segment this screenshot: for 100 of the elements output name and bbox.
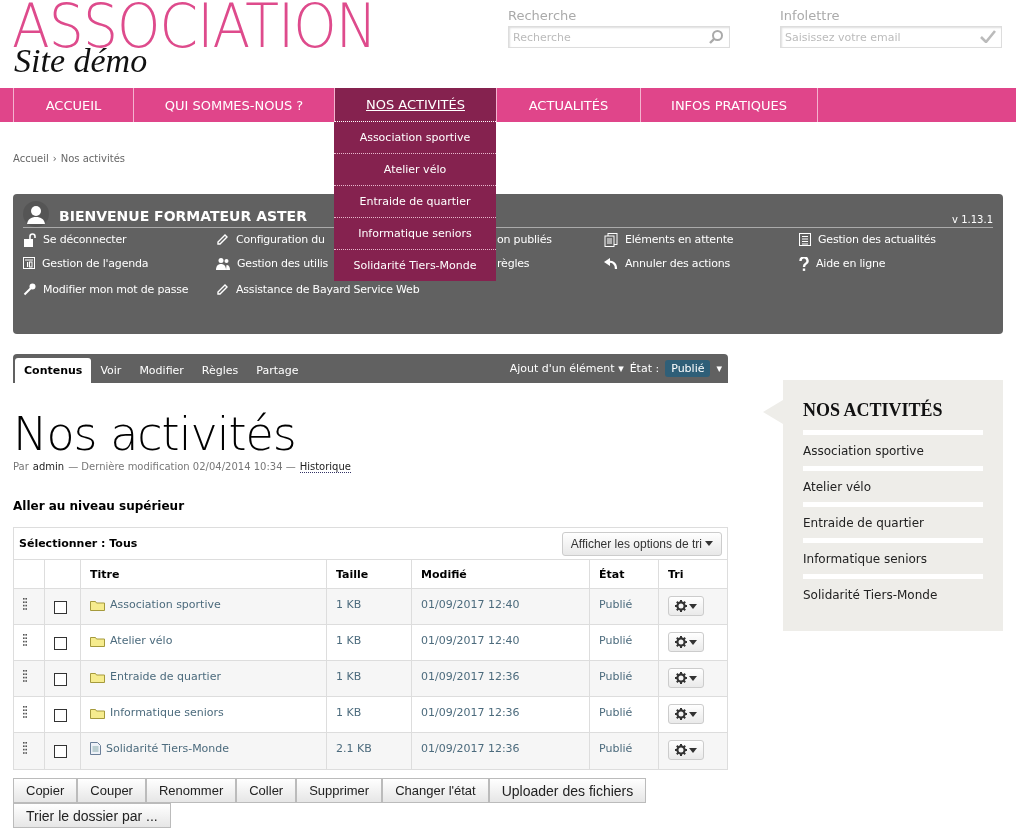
question-icon [799,257,809,271]
gear-icon [675,744,687,756]
version-label: v 1.13.1 [952,214,993,225]
column-header: Tri [658,560,727,589]
field-label: Infolettre [780,8,840,23]
modified-cell: 01/09/2017 12:36 [411,732,590,769]
shortcut-link[interactable]: Gestion des actualités [818,233,988,246]
portlet-link[interactable]: Entraide de quartier [803,515,924,530]
actions-button[interactable] [668,596,704,616]
item-title-link[interactable]: Association sportive [110,598,221,611]
separator: › [52,153,57,166]
actions-button[interactable] [668,632,704,652]
pencil-icon [216,283,229,296]
nav-item[interactable]: ACCUEIL [13,88,133,122]
modified-cell: 01/09/2017 12:40 [411,588,590,625]
shortcut-link[interactable]: règles [497,257,604,270]
item-title-link[interactable]: Entraide de quartier [110,670,221,683]
action-button[interactable]: Coller [236,777,297,803]
toolbar-tab[interactable]: Partage [247,358,308,383]
folder-icon [90,634,105,647]
author-name-link[interactable]: admin [32,461,65,473]
list-icon [799,233,811,246]
actions-button[interactable] [668,704,704,724]
state-cell: Publié [589,732,659,769]
action-button[interactable]: Uploader des fichiers [488,777,647,803]
action-button[interactable]: Couper [77,777,146,803]
gear-icon [675,636,687,648]
item-title-link[interactable]: Informatique seniors [110,706,224,719]
state-badge[interactable]: Publié [665,360,711,377]
check-icon[interactable] [980,29,996,43]
drag-handle-icon[interactable] [23,598,27,610]
byline-text: Par [13,461,29,473]
portlet-link[interactable]: Atelier vélo [803,479,872,494]
action-button[interactable]: Changer l'état [382,777,489,803]
caret-icon[interactable]: ▾ [716,362,722,375]
add-item-menu[interactable]: Ajout d'un élément ▾ [509,362,624,375]
action-button[interactable]: Copier [13,777,78,803]
shortcut-link[interactable]: Eléments en attente [625,233,795,246]
parent-folder-link[interactable]: Aller au niveau supérieur [13,499,185,513]
breadcrumb-link[interactable]: Accueil [13,153,49,167]
modified-cell: 01/09/2017 12:36 [411,660,590,697]
item-title-link[interactable]: Atelier vélo [110,634,173,647]
action-button[interactable]: Renommer [145,777,237,803]
welcome-title: BIENVENUE FORMATEUR ASTER [59,208,307,224]
actions-button[interactable] [668,668,704,688]
row-checkbox[interactable] [54,709,67,722]
toolbar-tab[interactable]: Modifier [130,358,193,383]
shortcut-link[interactable]: Annuler des actions [625,257,795,270]
nav-item[interactable]: ACTUALITÉS [496,88,640,122]
action-button[interactable]: Supprimer [296,777,383,803]
caret-icon [705,541,713,546]
calendar-icon [23,257,35,269]
history-link[interactable]: Historique [299,461,351,473]
portlet-link[interactable]: Association sportive [803,443,924,458]
undo-icon [604,257,618,270]
key-icon [23,283,36,296]
row-checkbox[interactable] [54,601,67,614]
byline-text: — Dernière modification 02/04/2014 10:34 — [68,461,296,473]
portlet-link[interactable]: Solidarité Tiers-Monde [803,587,938,602]
menu-item[interactable]: Atelier vélo [334,154,496,186]
nav-item[interactable]: INFOS PRATIQUES [640,88,818,122]
users-icon [216,257,230,270]
gear-icon [675,600,687,612]
row-checkbox[interactable] [54,673,67,686]
drag-handle-icon[interactable] [23,742,27,754]
state-label: État : [629,362,660,375]
actions-button[interactable] [668,740,704,760]
shortcut-link[interactable]: Gestion de l'agenda [42,257,212,270]
state-cell: Publié [589,660,659,697]
shortcut-link[interactable]: Se déconnecter [43,233,213,246]
caret-icon [689,711,697,717]
toolbar-tab[interactable]: Règles [192,358,248,383]
toolbar-tab[interactable]: Voir [91,358,131,383]
drag-handle-icon[interactable] [23,634,27,646]
search-field[interactable]: Recherche [508,26,730,48]
shortcut-link[interactable]: on publiés [497,233,604,246]
select-all-label[interactable]: Sélectionner : Tous [19,537,138,550]
lock-icon [23,233,36,247]
shortcut-link[interactable]: Modifier mon mot de passe [43,283,213,296]
portlet-link[interactable]: Informatique seniors [803,551,928,566]
drag-handle-icon[interactable] [23,670,27,682]
toolbar-tab[interactable]: Contenus [15,358,92,383]
shortcut-link[interactable]: Aide en ligne [816,257,986,270]
action-button[interactable]: Trier le dossier par ... [13,802,171,828]
shortcut-link[interactable]: Assistance de Bayard Service Web [236,283,426,296]
row-checkbox[interactable] [54,745,67,758]
menu-item[interactable]: Association sportive [334,122,496,154]
email-field[interactable]: Saisissez votre email [780,26,1002,48]
gear-icon [675,708,687,720]
field-label: Recherche [508,8,577,23]
item-title-link[interactable]: Solidarité Tiers-Monde [106,742,230,755]
folder-icon [90,706,105,719]
row-checkbox[interactable] [54,637,67,650]
avatar-icon [23,201,49,227]
size-cell: 1 KB [326,588,412,625]
drag-handle-icon[interactable] [23,706,27,718]
size-cell: 1 KB [326,660,412,697]
menu-item[interactable]: Solidarité Tiers-Monde [334,250,496,281]
breadcrumb-link[interactable]: Nos activités [60,153,125,167]
sort-options-button[interactable]: Afficher les options de tri [561,531,722,556]
